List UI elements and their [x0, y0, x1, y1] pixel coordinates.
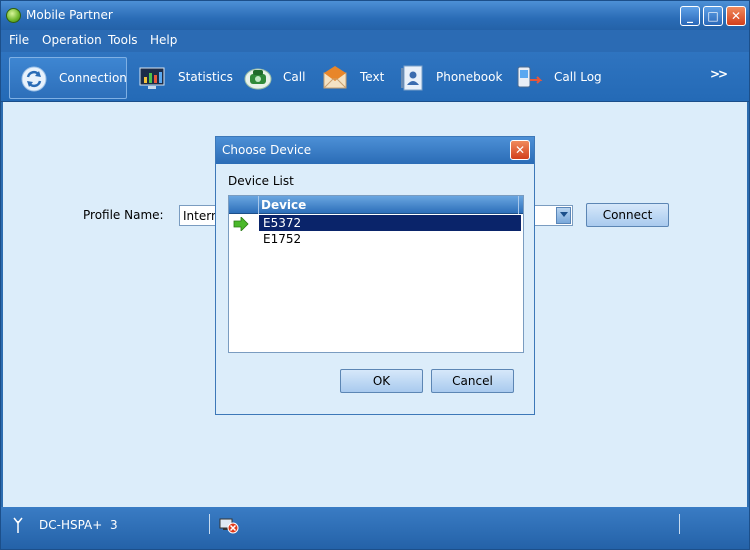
ok-button[interactable]: OK [340, 369, 423, 393]
connection-icon [21, 66, 47, 92]
chevron-down-icon [560, 212, 568, 217]
toolbar-statistics-label: Statistics [178, 70, 233, 84]
menu-operation[interactable]: Operation [42, 33, 102, 47]
maximize-button[interactable]: □ [703, 6, 723, 26]
toolbar-call-log[interactable]: Call Log [516, 57, 611, 99]
menu-tools[interactable]: Tools [108, 33, 138, 47]
device-list[interactable]: Device E5372 E1752 [228, 195, 524, 353]
statistics-icon [139, 67, 165, 89]
current-device-arrow-icon [233, 217, 249, 231]
connect-button[interactable]: Connect [586, 203, 669, 227]
phonebook-icon [401, 65, 423, 91]
profile-name-value: Intern [183, 209, 219, 223]
window-title: Mobile Partner [26, 8, 113, 22]
profile-dropdown-button[interactable] [556, 207, 571, 224]
status-bar: DC-HSPA+ 3 [1, 507, 749, 549]
device-column-divider [518, 196, 519, 214]
device-row[interactable]: E1752 [259, 231, 521, 247]
cancel-button[interactable]: Cancel [431, 369, 514, 393]
dialog-title: Choose Device [222, 143, 312, 157]
dialog-title-bar[interactable]: Choose Device ✕ [216, 137, 534, 164]
disconnected-icon [219, 518, 239, 534]
call-log-icon [517, 66, 543, 89]
phone-icon [244, 68, 272, 90]
device-list-header-gap [229, 196, 259, 214]
envelope-icon [323, 66, 347, 89]
maximize-icon: □ [707, 9, 719, 23]
close-button[interactable]: ✕ [726, 6, 746, 26]
app-logo-icon [6, 8, 21, 23]
toolbar-call-label: Call [283, 70, 306, 84]
toolbar-statistics[interactable]: Statistics [138, 57, 233, 99]
menu-bar: File Operation Tools Help [1, 30, 749, 52]
title-bar[interactable]: Mobile Partner _ □ ✕ [1, 1, 749, 30]
device-column-header[interactable]: Device [261, 198, 306, 212]
signal-strength: 3 [109, 518, 118, 532]
device-row[interactable]: E5372 [259, 215, 521, 231]
toolbar-text-label: Text [360, 70, 385, 84]
toolbar: Connection Statistics Call Text Phoneboo… [1, 52, 749, 102]
app-window: Mobile Partner _ □ ✕ File Operation Tool… [0, 0, 750, 550]
menu-file[interactable]: File [9, 33, 29, 47]
minimize-button[interactable]: _ [680, 6, 700, 26]
menu-help[interactable]: Help [150, 33, 177, 47]
dialog-close-button[interactable]: ✕ [510, 140, 530, 160]
status-divider [679, 514, 680, 534]
toolbar-call-log-label: Call Log [554, 70, 602, 84]
device-list-label: Device List [228, 174, 294, 188]
profile-name-label: Profile Name: [83, 208, 164, 222]
network-type-label: DC-HSPA+ [39, 518, 103, 532]
close-icon: ✕ [730, 9, 742, 23]
device-list-header: Device [229, 196, 523, 214]
minimize-icon: _ [687, 9, 693, 23]
toolbar-call[interactable]: Call [244, 57, 309, 99]
signal-antenna-icon [13, 517, 23, 533]
status-divider [209, 514, 210, 534]
toolbar-phonebook-label: Phonebook [436, 70, 503, 84]
toolbar-more-button[interactable]: >> [710, 67, 728, 81]
choose-device-dialog: Choose Device ✕ Device List Device E5372… [215, 136, 535, 415]
toolbar-phonebook[interactable]: Phonebook [398, 57, 506, 99]
toolbar-connection[interactable]: Connection [9, 57, 127, 99]
toolbar-connection-label: Connection [59, 71, 127, 85]
network-type: DC-HSPA+ 3 [39, 518, 118, 532]
toolbar-text[interactable]: Text [321, 57, 386, 99]
